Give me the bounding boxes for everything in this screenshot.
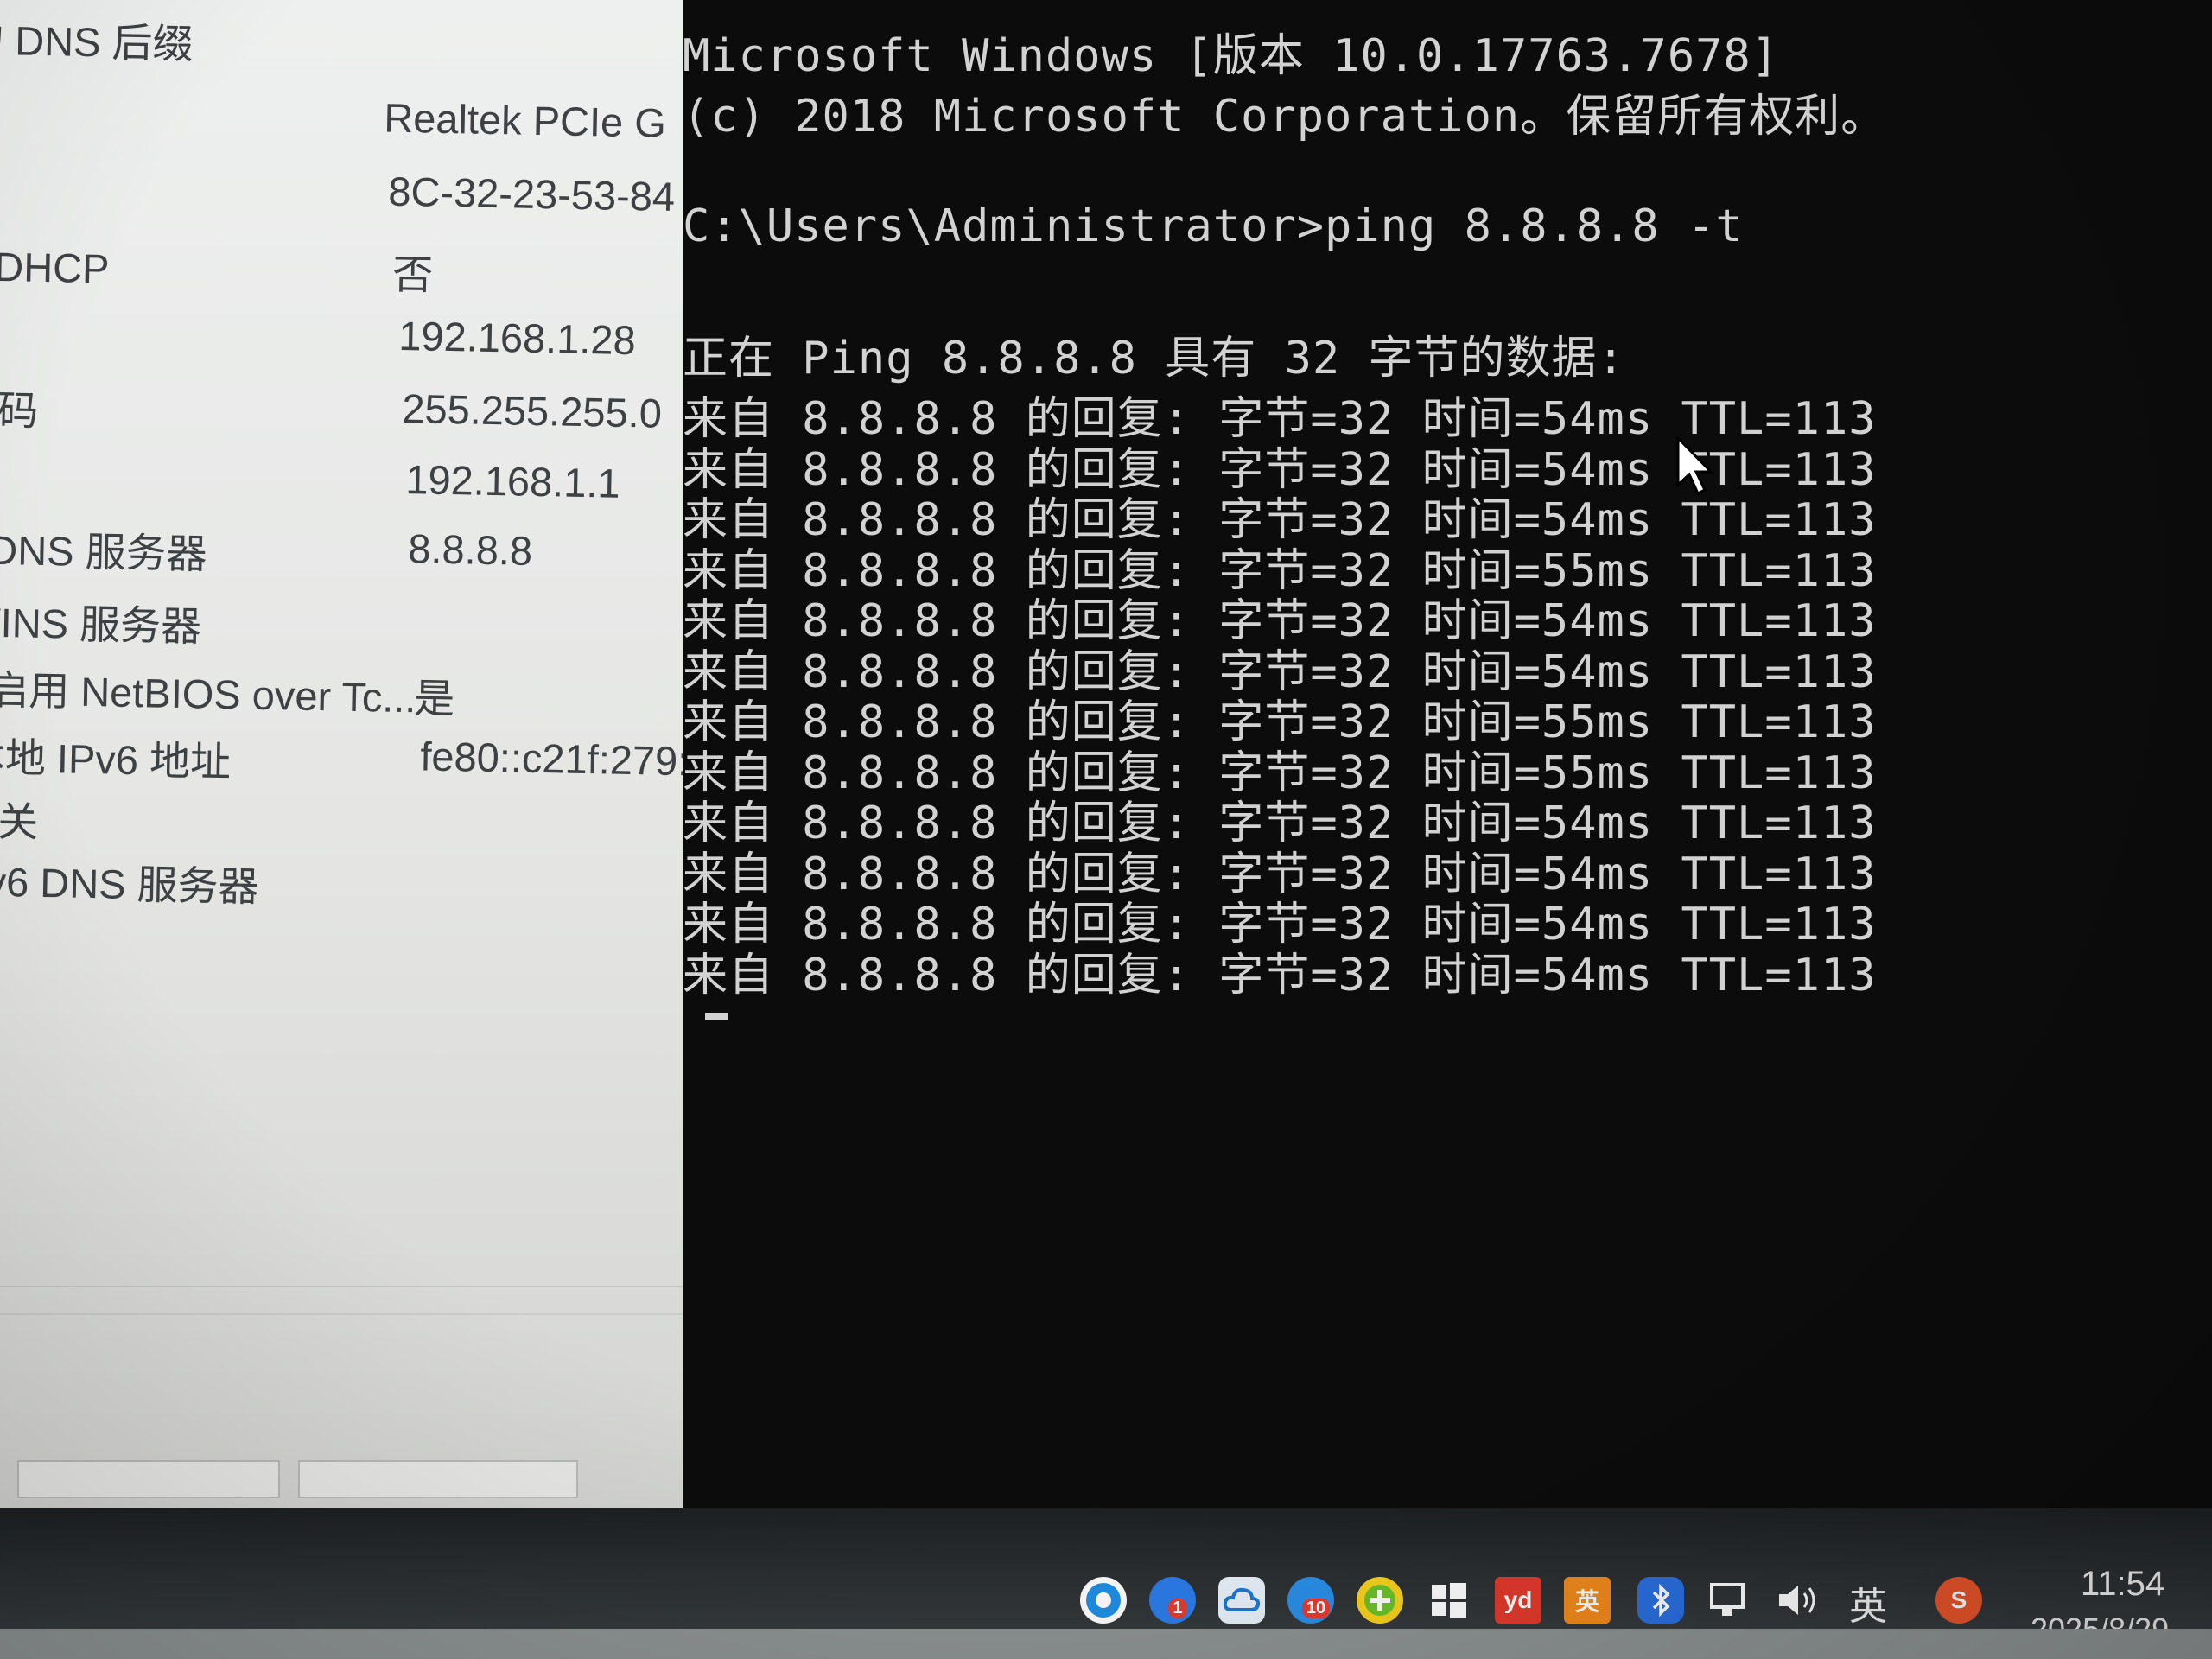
detail-row[interactable]: IPv4 WINS 服务器 xyxy=(0,589,713,664)
panel-button[interactable] xyxy=(298,1460,578,1498)
monitor-bezel xyxy=(0,1629,2212,1659)
detail-value: fe80::c21f:279:9 xyxy=(419,733,712,785)
detail-property-label: IPv6 DNS 服务器 xyxy=(0,857,260,910)
chat-app-icon[interactable]: 1 xyxy=(1149,1577,1196,1624)
tray-icon-label: 10 xyxy=(1301,1598,1331,1618)
sogou-ime-label: S xyxy=(1950,1586,1967,1613)
photo-of-screen: 连接特定的 DNS 后缀描述Realtek PCIe G物理地址8C-32-23… xyxy=(0,0,2212,1659)
green-plus-icon[interactable] xyxy=(1357,1577,1403,1624)
detail-property-label: IPv4 DNS 服务器 xyxy=(0,525,208,577)
ping-intro-line: 正在 Ping 8.8.8.8 具有 32 字节的数据: xyxy=(683,333,1625,385)
console-header-version: Microsoft Windows [版本 10.0.17763.7678] xyxy=(683,30,1780,82)
detail-row[interactable]: 连接特定的 DNS 后缀 xyxy=(0,7,713,81)
detail-row[interactable]: IPv4 DNS 服务器 8.8.8.8 xyxy=(0,517,713,591)
panel-divider xyxy=(0,1313,713,1315)
detail-row[interactable]: 连接-本地 IPv6 地址 fe80::c21f:279:9 xyxy=(0,724,713,798)
input-language-indicator[interactable]: 英 xyxy=(1849,1575,1887,1630)
cloud-sync-icon[interactable] xyxy=(1218,1577,1265,1624)
clock-time[interactable]: 11:54 xyxy=(2081,1565,2164,1604)
detail-property-label: IPv4 子网掩码 xyxy=(0,383,39,434)
bluetooth-icon[interactable] xyxy=(1637,1577,1684,1624)
detail-row[interactable]: 描述Realtek PCIe G xyxy=(0,86,713,161)
panel-divider xyxy=(0,1286,713,1287)
detail-row[interactable]: 已启用 DHCP 否 xyxy=(0,233,713,308)
detail-value: 8.8.8.8 xyxy=(407,525,533,574)
tray-icon-label: 英 xyxy=(1574,1588,1599,1615)
console-prompt-line: C:\Users\Administrator>ping 8.8.8.8 -t xyxy=(683,200,1744,252)
detail-value: 255.255.255.0 xyxy=(401,385,663,436)
windows-logo-icon[interactable] xyxy=(1426,1577,1472,1624)
detail-value: 否 xyxy=(391,251,434,298)
detail-row[interactable]: IPv6 DNS 服务器 xyxy=(0,849,713,923)
command-prompt-window[interactable]: Microsoft Windows [版本 10.0.17763.7678] (… xyxy=(683,0,2212,1521)
network-icon[interactable] xyxy=(1707,1577,1753,1624)
taskbar: 110yd英 英 S 11:54 2025/8/29 xyxy=(0,1508,2212,1659)
detail-property-label: IPv4 WINS 服务器 xyxy=(0,597,202,650)
qq-browser-icon[interactable] xyxy=(1080,1577,1127,1624)
detail-row[interactable]: IPv4 默认网关192.168.1.1 xyxy=(0,448,713,522)
ime-english-icon[interactable]: 英 xyxy=(1564,1577,1611,1624)
network-connection-details-panel: 连接特定的 DNS 后缀描述Realtek PCIe G物理地址8C-32-23… xyxy=(0,0,715,1508)
detail-property-label: 已启用 NetBIOS over Tc... xyxy=(0,665,417,721)
detail-row[interactable]: 已启用 NetBIOS over Tc... 是 xyxy=(0,657,713,731)
tray-icon-label: yd xyxy=(1503,1586,1533,1613)
sogou-ime-icon[interactable]: S xyxy=(1936,1577,1982,1624)
detail-value: Realtek PCIe G xyxy=(383,94,667,146)
volume-icon[interactable] xyxy=(1776,1577,1822,1624)
detail-value: 192.168.1.28 xyxy=(397,312,637,364)
panel-button[interactable] xyxy=(17,1460,280,1498)
detail-value: 是 xyxy=(413,675,455,722)
youdao-icon[interactable]: yd xyxy=(1495,1577,1541,1624)
ping-reply-line: 来自 8.8.8.8 的回复: 字节=32 时间=54ms TTL=113 xyxy=(683,949,1877,1001)
tray-icon-label: 1 xyxy=(1168,1598,1187,1618)
detail-row[interactable]: IPv4 地址192.168.1.28 xyxy=(0,304,713,378)
console-header-copyright: (c) 2018 Microsoft Corporation。保留所有权利。 xyxy=(683,91,1887,143)
detail-property-label: 连接特定的 DNS 后缀 xyxy=(0,13,194,67)
detail-row[interactable]: 物理地址8C-32-23-53-84 xyxy=(0,160,713,234)
detail-row[interactable]: IPv4 子网掩码 255.255.255.0 xyxy=(0,377,713,451)
detail-value: 192.168.1.1 xyxy=(404,456,621,506)
detail-property-label: 已启用 DHCP xyxy=(0,241,110,292)
security-app-icon[interactable]: 10 xyxy=(1287,1577,1334,1624)
detail-property-label: IPv6 默认网关 xyxy=(0,794,39,845)
detail-value: 8C-32-23-53-84 xyxy=(387,168,676,219)
detail-property-label: 连接-本地 IPv6 地址 xyxy=(0,732,232,785)
console-text-cursor xyxy=(705,1013,728,1020)
